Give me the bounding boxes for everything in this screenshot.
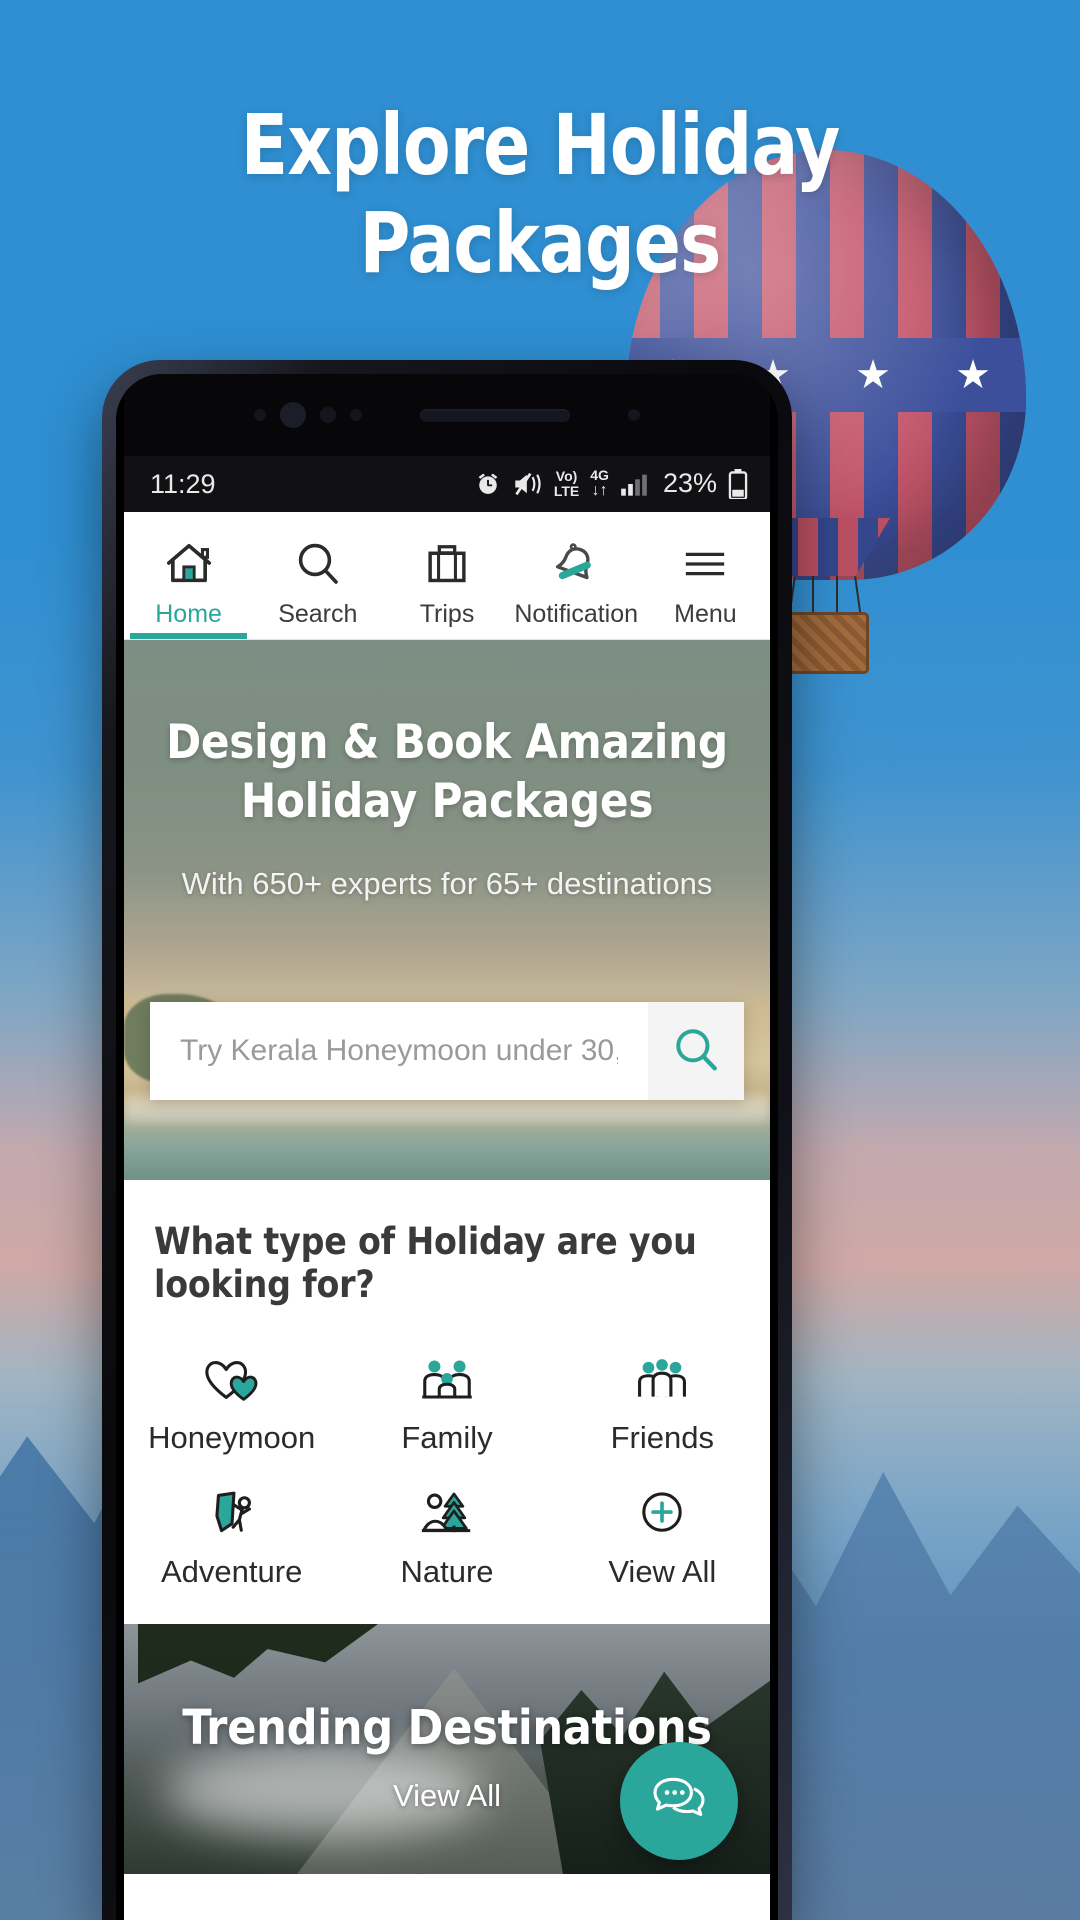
- phone-top-bezel: [124, 374, 770, 456]
- trending-destinations-section: Trending Destinations View All: [124, 1624, 770, 1874]
- battery-icon: [728, 468, 748, 499]
- holiday-type-honeymoon-label: Honeymoon: [148, 1420, 316, 1455]
- hamburger-icon: [682, 536, 728, 592]
- headline-line-2: Packages: [359, 194, 721, 293]
- holiday-type-view-all[interactable]: View All: [555, 1474, 770, 1590]
- search-icon: [294, 536, 342, 592]
- status-icons: Vo) LTE 4G ↓↑ 23%: [474, 468, 748, 499]
- tab-menu-label: Menu: [674, 600, 737, 628]
- mute-icon: [513, 470, 543, 498]
- holiday-type-family-label: Family: [401, 1420, 493, 1455]
- holiday-type-view-all-label: View All: [608, 1554, 717, 1589]
- tab-search-label: Search: [278, 600, 358, 628]
- 4g-icon: 4G ↓↑: [590, 467, 609, 499]
- nature-icon: [418, 1474, 476, 1540]
- headline-line-1: Explore Holiday: [240, 96, 841, 194]
- phone-device: 11:29 Vo) LTE 4G ↓↑ 23% Home Search Trip…: [102, 360, 792, 1920]
- balloon-basket: [783, 612, 869, 674]
- holiday-type-family[interactable]: Family: [339, 1340, 554, 1456]
- tab-search[interactable]: Search: [253, 512, 382, 639]
- status-bar: 11:29 Vo) LTE 4G ↓↑ 23%: [124, 456, 770, 512]
- search-input[interactable]: [150, 1002, 648, 1100]
- plus-circle-icon: [633, 1474, 691, 1540]
- hero-search-bar[interactable]: [150, 1002, 744, 1100]
- holiday-type-adventure[interactable]: Adventure: [124, 1474, 339, 1590]
- holiday-types-title: What type of Holiday are you looking for…: [154, 1220, 697, 1306]
- search-icon: [671, 1025, 721, 1078]
- tab-home-label: Home: [155, 600, 222, 628]
- briefcase-icon: [424, 536, 470, 592]
- status-time: 11:29: [150, 468, 216, 499]
- top-navigation-tabs[interactable]: Home Search Trips Notification Menu: [124, 512, 770, 640]
- home-icon: [164, 536, 214, 592]
- tab-trips[interactable]: Trips: [382, 512, 511, 639]
- hero-title-line-2: Holiday Packages: [240, 773, 654, 829]
- front-camera-icon: [280, 402, 306, 428]
- signal-icon: [620, 472, 648, 496]
- phone-screen: 11:29 Vo) LTE 4G ↓↑ 23% Home Search Trip…: [124, 456, 770, 1920]
- holiday-type-nature-label: Nature: [400, 1554, 494, 1589]
- phone-bezel: 11:29 Vo) LTE 4G ↓↑ 23% Home Search Trip…: [116, 374, 778, 1920]
- holiday-type-adventure-label: Adventure: [161, 1554, 303, 1589]
- holiday-type-friends[interactable]: Friends: [555, 1340, 770, 1456]
- alarm-icon: [474, 470, 502, 498]
- hearts-icon: [203, 1340, 261, 1406]
- tab-trips-label: Trips: [419, 600, 475, 628]
- holiday-types-section: What type of Holiday are you looking for…: [124, 1180, 770, 1624]
- family-icon: [418, 1340, 476, 1406]
- iris-sensor-icon: [628, 409, 640, 421]
- earpiece-speaker: [420, 408, 570, 422]
- holiday-type-honeymoon[interactable]: Honeymoon: [124, 1340, 339, 1456]
- tab-menu[interactable]: Menu: [641, 512, 770, 639]
- proximity-sensor-icon: [320, 407, 336, 423]
- battery-percent: 23%: [662, 468, 717, 499]
- holiday-types-grid: Honeymoon Family Friends Adventure Natur…: [124, 1340, 770, 1590]
- hero-subtitle: With 650+ experts for 65+ destinations: [181, 865, 713, 901]
- holiday-type-nature[interactable]: Nature: [339, 1474, 554, 1590]
- hero-title: Design & Book Amazing Holiday Packages: [124, 714, 770, 832]
- chat-icon: [648, 1769, 710, 1834]
- holiday-type-friends-label: Friends: [610, 1420, 714, 1455]
- hero-banner: Design & Book Amazing Holiday Packages W…: [124, 640, 770, 1180]
- hero-copy: Design & Book Amazing Holiday Packages W…: [124, 640, 770, 902]
- light-sensor-icon: [350, 409, 362, 421]
- climber-icon: [203, 1474, 261, 1540]
- bell-icon: [552, 536, 600, 592]
- sensor-icon: [254, 409, 266, 421]
- volte-icon: Vo) LTE: [553, 468, 580, 499]
- search-submit-button[interactable]: [648, 1002, 744, 1100]
- tab-home[interactable]: Home: [124, 512, 253, 639]
- friends-icon: [633, 1340, 691, 1406]
- tab-notification[interactable]: Notification: [512, 512, 641, 639]
- tab-notification-label: Notification: [514, 600, 639, 628]
- hero-title-line-1: Design & Book Amazing: [166, 715, 728, 770]
- chat-fab-button[interactable]: [620, 1742, 738, 1860]
- poster-headline: Explore Holiday Packages: [43, 96, 1037, 293]
